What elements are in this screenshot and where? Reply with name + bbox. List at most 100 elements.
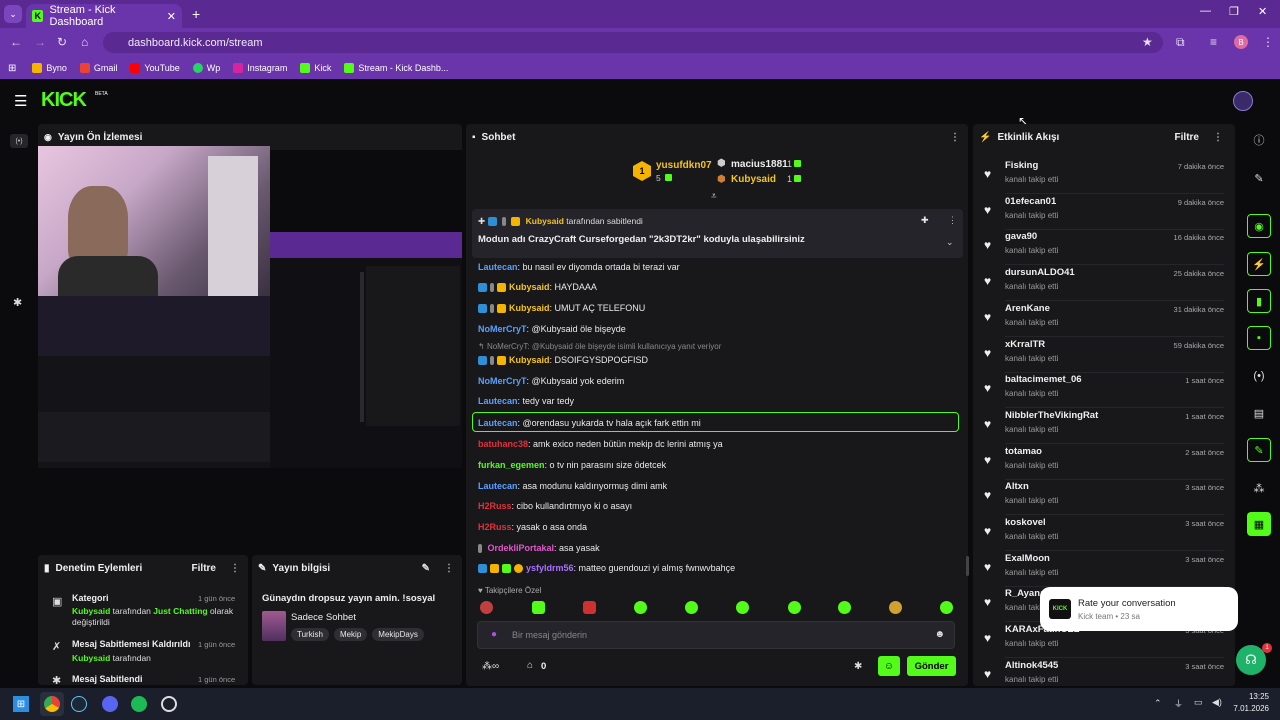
- emote-icon[interactable]: [532, 601, 545, 614]
- tag[interactable]: Mekip: [333, 628, 368, 641]
- emote-icon[interactable]: [838, 601, 851, 614]
- gifter-name[interactable]: macius1881: [731, 159, 788, 170]
- emoji-icon[interactable]: ☻: [934, 629, 945, 640]
- browser-tab[interactable]: K Stream - Kick Dashboard ✕: [26, 4, 182, 28]
- microphone-icon[interactable]: ●: [491, 629, 497, 640]
- chat-settings-icon[interactable]: ✱: [854, 661, 862, 672]
- chat-message[interactable]: Kubysaid: HAYDAAA: [478, 282, 597, 293]
- close-tab-icon[interactable]: ✕: [167, 10, 176, 23]
- chat-message[interactable]: NoMerCryT: @Kubysaid yok ederim: [478, 376, 624, 386]
- close-window-icon[interactable]: ✕: [1258, 5, 1267, 18]
- rate-conversation-toast[interactable]: KICK Rate your conversation Kick team • …: [1040, 587, 1238, 631]
- pencil-icon[interactable]: ✎: [1247, 166, 1271, 190]
- add-widget-icon[interactable]: ▦: [1247, 512, 1271, 536]
- chat-message[interactable]: batuhanc38: amk exico neden bütün mekip …: [478, 439, 723, 449]
- windows-start-icon[interactable]: ⊞: [13, 696, 29, 712]
- obs-icon[interactable]: [161, 696, 177, 712]
- gifter-name[interactable]: Kubysaid: [731, 174, 776, 185]
- chat-message[interactable]: Lautecan: bu nasıl ev diyomda ortada bi …: [478, 262, 680, 272]
- activity-item[interactable]: ♥ xKrralTR kanalı takip etti 59 dakika önce: [981, 339, 1224, 373]
- chat-more-icon[interactable]: ⋮: [950, 132, 960, 143]
- emote-icon[interactable]: [940, 601, 953, 614]
- settings-gear-icon[interactable]: ✱: [13, 296, 22, 309]
- activity-item[interactable]: ♥ ArenKane kanalı takip etti 31 dakika önce: [981, 303, 1224, 337]
- live-indicator-icon[interactable]: (•): [10, 134, 28, 148]
- emote-icon[interactable]: [685, 601, 698, 614]
- profile-avatar[interactable]: B: [1234, 35, 1248, 49]
- back-icon[interactable]: ←: [10, 35, 22, 49]
- tag[interactable]: Turkish: [291, 628, 329, 641]
- chat-message[interactable]: OrdekliPortakal: asa yasak: [478, 543, 600, 554]
- forward-icon[interactable]: →: [34, 35, 46, 49]
- send-button[interactable]: Gönder: [907, 656, 956, 676]
- wallet-icon[interactable]: ⌂: [527, 660, 533, 671]
- volume-icon[interactable]: ◀): [1212, 697, 1222, 708]
- reload-icon[interactable]: ↻: [57, 35, 67, 49]
- pinned-more-icon[interactable]: ⋮: [948, 215, 957, 226]
- chat-message[interactable]: furkan_egemen: o tv nin parasını size öd…: [478, 460, 666, 470]
- minimize-icon[interactable]: —: [1200, 5, 1211, 17]
- points-icon[interactable]: ⁂∞: [482, 661, 499, 672]
- emote-icon[interactable]: [889, 601, 902, 614]
- gifter-name[interactable]: yusufdkn07: [656, 160, 712, 171]
- activity-item[interactable]: ♥ koskovel kanalı takip etti 3 saat önce: [981, 517, 1224, 551]
- chat-message[interactable]: H2Russ: cibo kullandırtmıyo ki o asayı: [478, 501, 632, 511]
- bookmark-instagram[interactable]: Instagram: [233, 63, 287, 73]
- home-icon[interactable]: ⌂: [81, 35, 88, 49]
- mic-tray-icon[interactable]: ⏚: [1174, 697, 1183, 710]
- bookmark-wp[interactable]: Wp: [192, 63, 220, 73]
- chat-scrollbar[interactable]: [966, 556, 969, 576]
- moderation-filter[interactable]: Filtre: [192, 563, 216, 574]
- activity-item[interactable]: ♥ ExalMoon kanalı takip etti 3 saat önce: [981, 553, 1224, 587]
- info-icon[interactable]: ⓘ: [1247, 128, 1271, 152]
- chat-message[interactable]: Kubysaid: DSOIFGYSDPOGFISD: [478, 355, 648, 366]
- collapse-icon[interactable]: ⩡: [711, 191, 717, 202]
- kick-logo[interactable]: KICK: [41, 89, 87, 112]
- activity-item[interactable]: ♥ 01efecan01 kanalı takip etti 9 dakika önc…: [981, 196, 1224, 230]
- bookmark-kick[interactable]: Kick: [300, 63, 331, 73]
- quick-emote-icon[interactable]: ☺: [878, 656, 900, 676]
- steam-icon[interactable]: [71, 696, 87, 712]
- activity-filter[interactable]: Filtre: [1175, 132, 1199, 143]
- address-bar[interactable]: dashboard.kick.com/stream: [103, 32, 1163, 53]
- chat-message[interactable]: Lautecan: asa modunu kaldırıyormuş dimi …: [478, 481, 667, 491]
- activity-item[interactable]: ♥ NibblerTheVikingRat kanalı takip etti 1 s…: [981, 410, 1224, 444]
- network-icon[interactable]: ▭: [1194, 697, 1203, 708]
- activity-item[interactable]: ♥ Altxn kanalı takip etti 3 saat önce: [981, 481, 1224, 516]
- apps-icon[interactable]: ⁂: [1247, 476, 1271, 500]
- chat-message[interactable]: Lautecan: tedy var tedy: [478, 396, 574, 406]
- emote-icon[interactable]: [788, 601, 801, 614]
- edit-icon[interactable]: ✎: [422, 563, 430, 574]
- extensions-icon[interactable]: ⧉: [1176, 35, 1185, 50]
- emote-icon[interactable]: [736, 601, 749, 614]
- chat-message[interactable]: Kubysaid: UMUT AÇ TELEFONU: [478, 303, 645, 314]
- emote-icon[interactable]: [634, 601, 647, 614]
- tab-search-button[interactable]: ⌄: [4, 5, 22, 23]
- discord-icon[interactable]: [102, 696, 118, 712]
- activity-item[interactable]: ♥ dursunALDO41 kanalı takip etti 25 dakika …: [981, 267, 1224, 302]
- activity-item[interactable]: ♥ baltacimemet_06 kanalı takip etti 1 saat …: [981, 374, 1224, 409]
- chat-message[interactable]: H2Russ: yasak o asa onda: [478, 522, 587, 532]
- emote-icon[interactable]: [480, 601, 493, 614]
- activity-item[interactable]: ♥ totamao kanalı takip etti 2 saat önce: [981, 446, 1224, 480]
- unpin-button-icon[interactable]: ✚: [921, 215, 929, 226]
- category-name[interactable]: Sadece Sohbet: [291, 612, 356, 623]
- stack-icon[interactable]: ▤: [1247, 401, 1271, 425]
- emote-icon[interactable]: [583, 601, 596, 614]
- browser-menu-icon[interactable]: ⋮: [1262, 35, 1274, 49]
- apps-grid-icon[interactable]: ⊞: [8, 63, 16, 74]
- hamburger-menu-icon[interactable]: ☰: [14, 92, 27, 110]
- bookmark-gmail[interactable]: Gmail: [79, 63, 117, 73]
- moderation-more-icon[interactable]: ⋮: [230, 563, 240, 574]
- tray-chevron-icon[interactable]: ⌃: [1154, 698, 1162, 709]
- media-icon[interactable]: ≡: [1210, 35, 1217, 49]
- new-tab-icon[interactable]: +: [192, 6, 200, 22]
- wrench-toggle-icon[interactable]: ✎: [1247, 438, 1271, 462]
- chat-input[interactable]: ● Bir mesaj gönderin ☻: [477, 621, 955, 649]
- chat-message[interactable]: NoMerCryT: @Kubysaid öle bişeyde: [478, 324, 626, 334]
- activity-item[interactable]: ♥ Fisking kanalı takip etti 7 dakika önce: [981, 160, 1224, 194]
- user-avatar[interactable]: [1233, 91, 1253, 111]
- bookmark-star-icon[interactable]: ★: [1142, 35, 1153, 49]
- chat-toggle-icon[interactable]: ▪: [1247, 326, 1271, 350]
- chat-message[interactable]: ysfyldrm56: matteo guendouzi yi almış fw…: [478, 563, 735, 574]
